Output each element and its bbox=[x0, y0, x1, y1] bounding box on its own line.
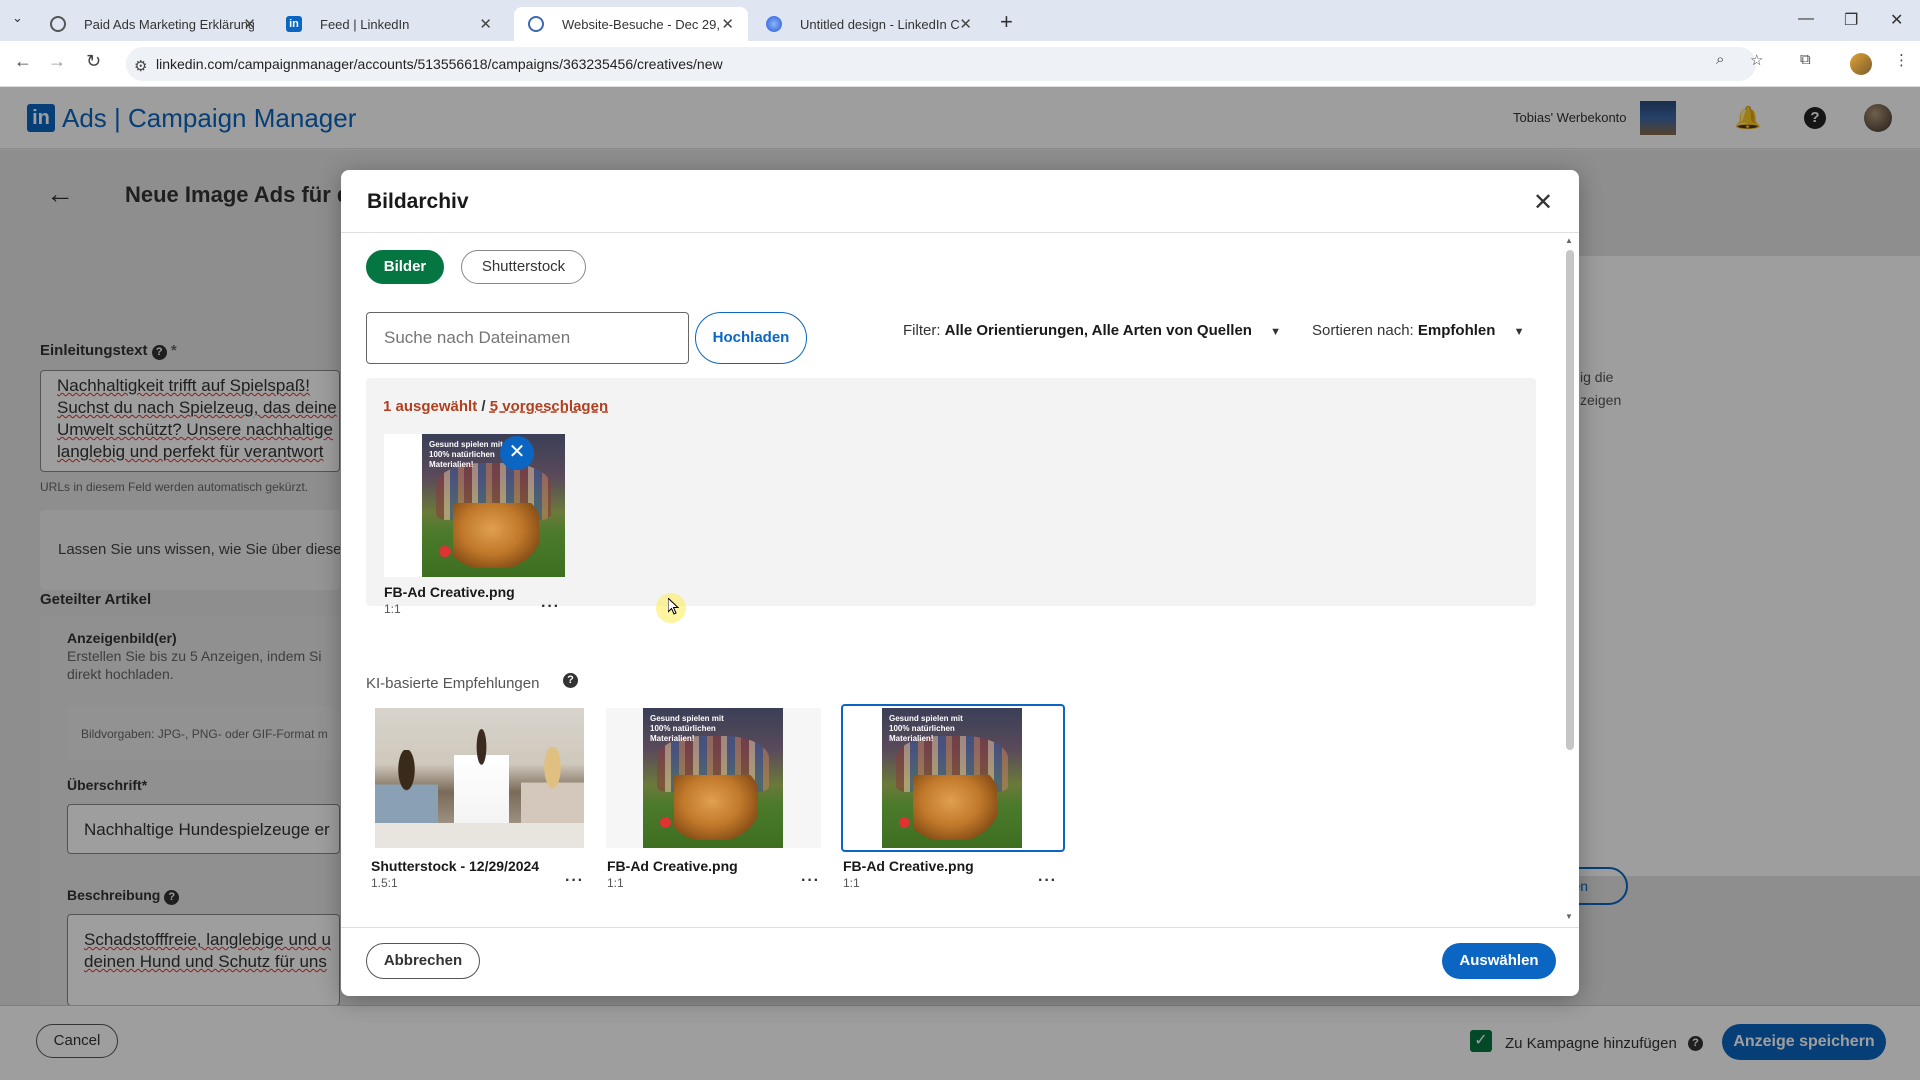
image-name: FB-Ad Creative.png bbox=[607, 858, 738, 874]
caret-down-icon: ▼ bbox=[1270, 326, 1282, 338]
selected-images-area: 1 ausgewählt / 5 vorgeschlagen Gesund sp… bbox=[366, 378, 1536, 616]
more-options-icon[interactable]: ··· bbox=[801, 872, 820, 890]
close-tab-icon[interactable]: ✕ bbox=[243, 15, 256, 33]
selected-count: 1 ausgewählt bbox=[383, 398, 478, 415]
url-text: linkedin.com/campaignmanager/accounts/51… bbox=[156, 56, 723, 72]
tab-images[interactable]: Bilder bbox=[366, 250, 444, 284]
modal-footer bbox=[341, 927, 1579, 996]
recommended-image-card[interactable]: Gesund spielen mit 100% natürlichen Mate… bbox=[606, 708, 821, 848]
image-ratio: 1:1 bbox=[843, 876, 860, 890]
minimize-icon[interactable]: — bbox=[1798, 10, 1814, 28]
sort-dropdown[interactable]: Sortieren nach: Empfohlen ▼ bbox=[1312, 322, 1524, 339]
browser-tab-canva[interactable]: Untitled design - LinkedIn Carousel ✕ bbox=[752, 7, 986, 41]
globe-icon bbox=[50, 16, 66, 32]
filter-label: Filter: bbox=[903, 322, 941, 339]
sort-value: Empfohlen bbox=[1417, 322, 1496, 339]
scroll-up-icon[interactable]: ▲ bbox=[1565, 236, 1573, 245]
browser-tab-paid-ads[interactable]: Paid Ads Marketing Erklärung ✕ bbox=[36, 7, 270, 41]
selection-count: 1 ausgewählt / 5 vorgeschlagen bbox=[383, 398, 609, 415]
tab-label: Website-Besuche - Dec 29, 2024 bbox=[562, 16, 722, 32]
back-icon[interactable]: ← bbox=[14, 51, 32, 72]
url-field[interactable]: ⚙ linkedin.com/campaignmanager/accounts/… bbox=[126, 47, 1756, 81]
dog-ad-image: Gesund spielen mit 100% natürlichen Mate… bbox=[422, 434, 565, 577]
modal-title: Bildarchiv bbox=[367, 190, 469, 213]
image-ratio: 1.5:1 bbox=[371, 876, 398, 890]
filename-search-input[interactable] bbox=[366, 312, 689, 364]
filter-dropdown[interactable]: Filter: Alle Orientierungen, Alle Arten … bbox=[903, 322, 1281, 339]
help-icon[interactable]: ? bbox=[563, 673, 578, 688]
more-options-icon[interactable]: ··· bbox=[565, 872, 584, 890]
address-bar: ← → ↻ ⚙ linkedin.com/campaignmanager/acc… bbox=[0, 41, 1920, 87]
upload-button[interactable]: Hochladen bbox=[695, 312, 807, 364]
canva-icon bbox=[766, 16, 782, 32]
sort-label: Sortieren nach: bbox=[1312, 322, 1414, 339]
browser-tab-bar: ⌄ Paid Ads Marketing Erklärung ✕ in Feed… bbox=[0, 0, 1920, 41]
image-ratio: 1:1 bbox=[607, 876, 624, 890]
extensions-icon[interactable]: ⧉ bbox=[1800, 51, 1811, 68]
mouse-pointer-icon bbox=[668, 598, 680, 615]
browser-tab-linkedin-feed[interactable]: in Feed | LinkedIn ✕ bbox=[272, 7, 506, 41]
selected-recommendation-card[interactable]: Gesund spielen mit 100% natürlichen Mate… bbox=[841, 704, 1065, 852]
image-ratio: 1:1 bbox=[384, 602, 401, 616]
choose-button[interactable]: Auswählen bbox=[1442, 943, 1556, 979]
browser-profile-avatar[interactable] bbox=[1850, 53, 1872, 75]
browser-tab-website-visits[interactable]: Website-Besuche - Dec 29, 2024 ✕ bbox=[514, 7, 748, 41]
caret-down-icon: ▼ bbox=[1513, 326, 1525, 338]
suggested-count-link[interactable]: 5 vorgeschlagen bbox=[490, 398, 608, 415]
dog-ad-image: Gesund spielen mit 100% natürlichen Mate… bbox=[882, 708, 1022, 848]
image-name: FB-Ad Creative.png bbox=[843, 858, 974, 874]
selected-image-card[interactable]: Gesund spielen mit 100% natürlichen Mate… bbox=[384, 434, 565, 577]
zoom-icon[interactable]: ⌕ bbox=[1716, 51, 1724, 68]
modal-header: Bildarchiv ✕ bbox=[341, 170, 1579, 233]
tab-label: Feed | LinkedIn bbox=[320, 16, 410, 32]
linkedin-icon: in bbox=[286, 16, 302, 32]
deselect-image-icon[interactable]: ✕ bbox=[500, 436, 534, 470]
abort-button[interactable]: Abbrechen bbox=[366, 943, 480, 979]
modal-scrollbar-thumb[interactable] bbox=[1566, 250, 1574, 750]
new-tab-icon[interactable]: + bbox=[1000, 9, 1013, 35]
tab-shutterstock[interactable]: Shutterstock bbox=[461, 250, 586, 284]
dog-ad-image: Gesund spielen mit 100% natürlichen Mate… bbox=[643, 708, 783, 848]
more-options-icon[interactable]: ··· bbox=[1038, 872, 1057, 890]
scroll-down-icon[interactable]: ▼ bbox=[1565, 912, 1573, 921]
browser-menu-icon[interactable]: ⋮ bbox=[1894, 51, 1909, 69]
globe-icon bbox=[528, 16, 544, 32]
tab-label: Paid Ads Marketing Erklärung bbox=[84, 16, 254, 32]
tab-search-chevron-icon[interactable]: ⌄ bbox=[12, 10, 23, 26]
image-library-modal: Bildarchiv ✕ Bilder Shutterstock Hochlad… bbox=[341, 170, 1579, 996]
more-options-icon[interactable]: ··· bbox=[541, 598, 560, 616]
close-tab-icon[interactable]: ✕ bbox=[721, 15, 734, 33]
reload-icon[interactable]: ↻ bbox=[86, 51, 101, 72]
close-tab-icon[interactable]: ✕ bbox=[479, 15, 492, 33]
tab-label: Untitled design - LinkedIn Carousel bbox=[800, 16, 960, 32]
site-info-icon[interactable]: ⚙ bbox=[134, 57, 147, 75]
image-name: Shutterstock - 12/29/2024 bbox=[371, 858, 540, 874]
ai-recommendations-heading: KI-basierte Empfehlungen bbox=[366, 675, 540, 692]
window-close-icon[interactable]: ✕ bbox=[1890, 10, 1903, 30]
close-tab-icon[interactable]: ✕ bbox=[959, 15, 972, 33]
forward-icon[interactable]: → bbox=[48, 51, 66, 72]
filter-value: Alle Orientierungen, Alle Arten von Quel… bbox=[944, 322, 1252, 339]
restore-icon[interactable]: ❐ bbox=[1844, 10, 1858, 30]
image-name: FB-Ad Creative.png bbox=[384, 584, 515, 600]
shutterstock-image-card[interactable] bbox=[375, 708, 584, 848]
close-icon[interactable]: ✕ bbox=[1533, 188, 1553, 217]
bookmark-star-icon[interactable]: ☆ bbox=[1750, 51, 1763, 69]
